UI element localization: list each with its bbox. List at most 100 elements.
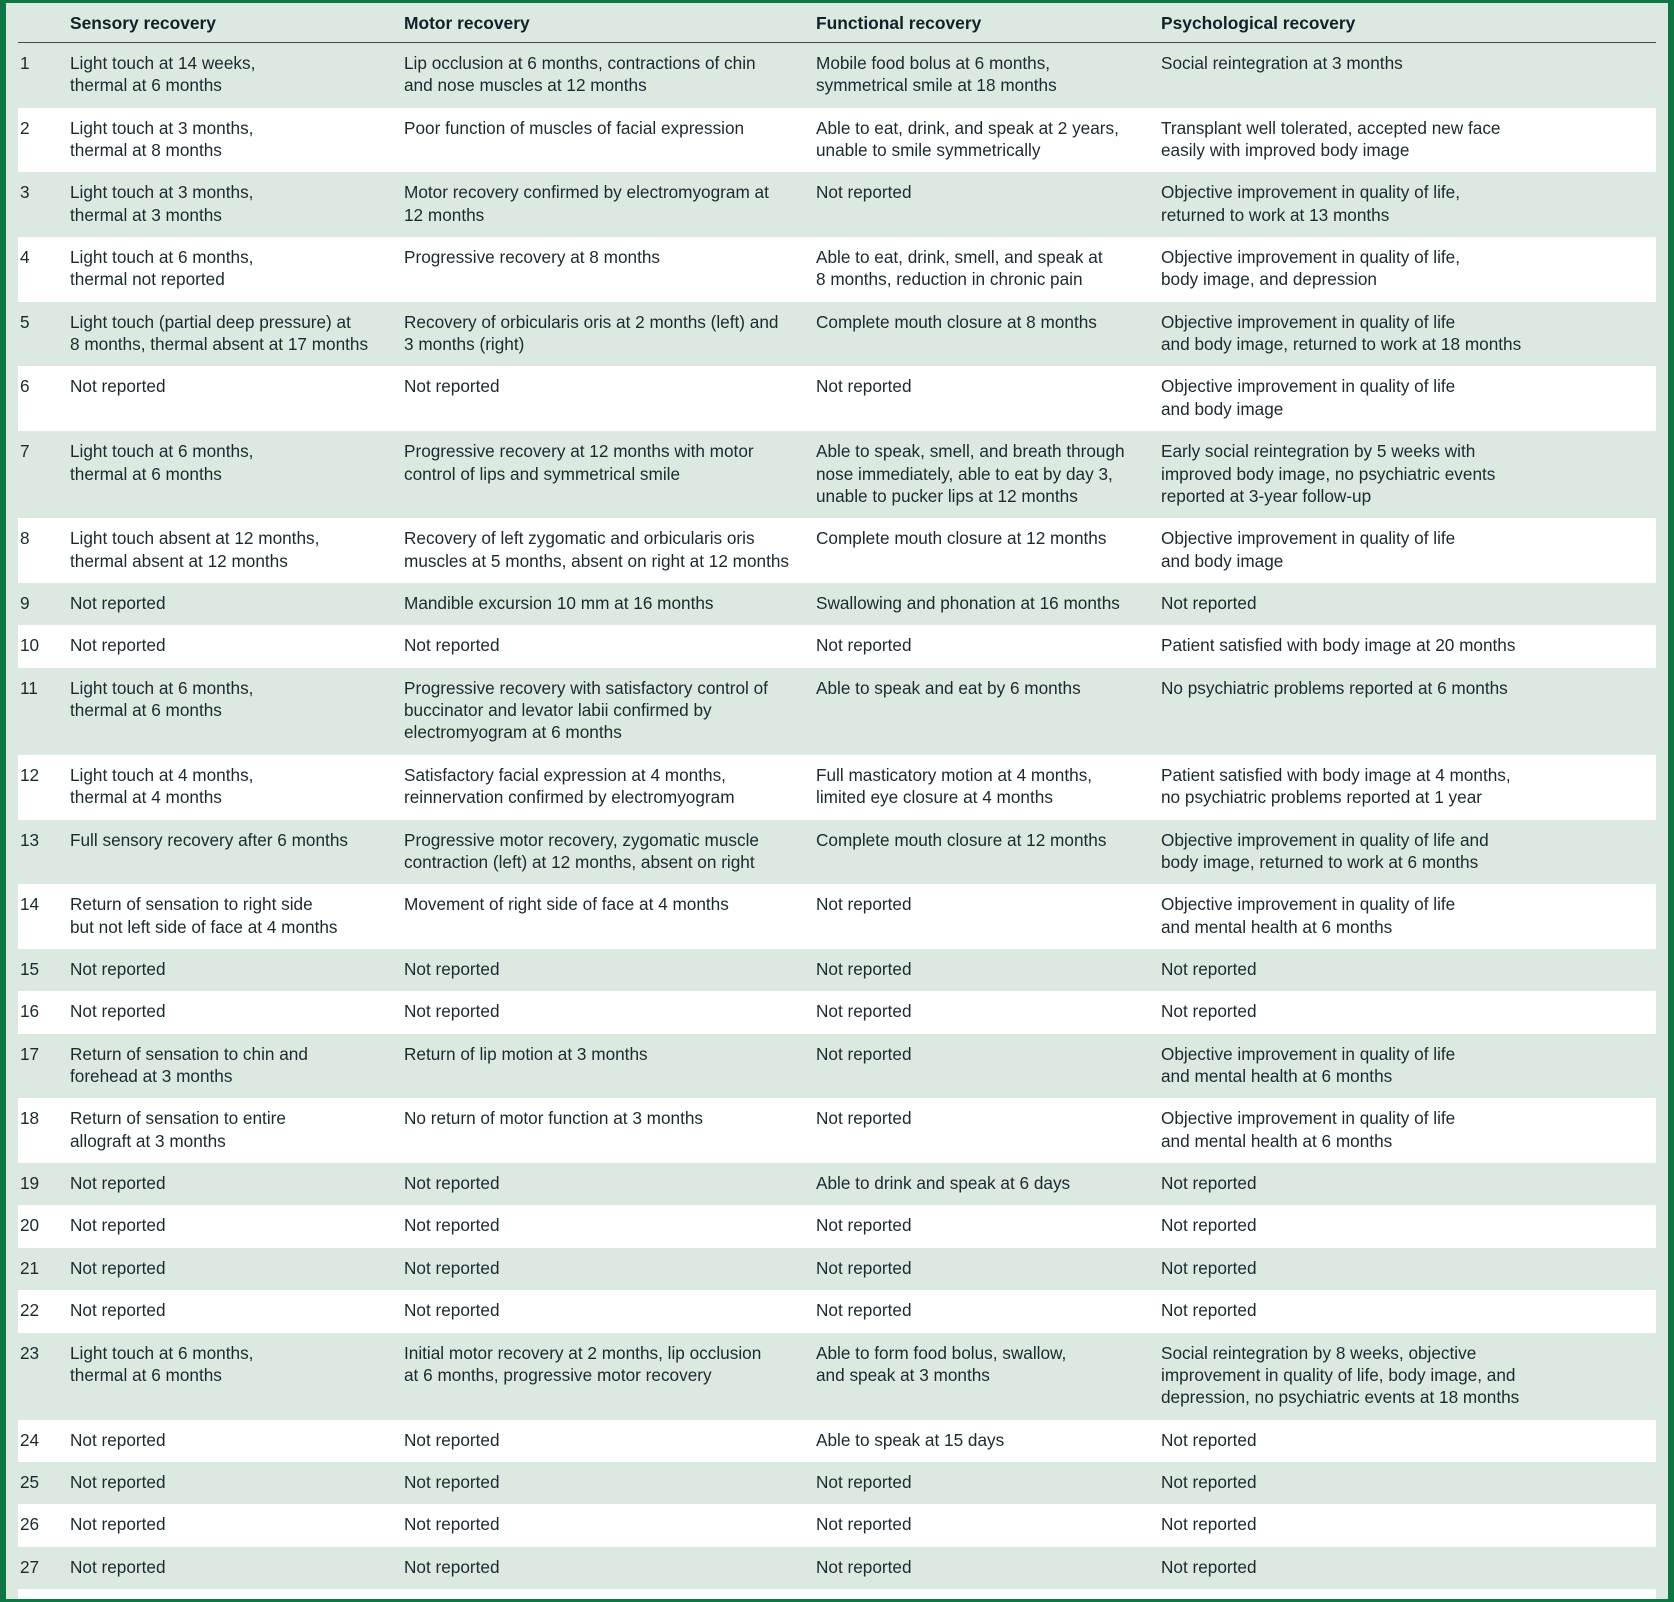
table-row: 23 Light touch at 6 months, thermal at 6 … [18,1332,1656,1420]
cell-psychological-recovery: Objective improvement in quality of life… [1161,366,1656,432]
row-number: 24 [18,1419,70,1462]
cell-sensory-recovery: Light touch (partial deep pressure) at 8… [70,301,404,367]
cell-motor-recovery: Progressive recovery with satisfactory c… [404,667,816,755]
table-row: 13 Full sensory recovery after 6 months Pr… [18,819,1656,885]
cell-motor-recovery: Initial motor recovery at 2 months, lip … [404,1332,816,1420]
row-number: 11 [18,667,70,755]
cell-functional-recovery: Able to speak, smell, and breath through… [816,431,1161,519]
cell-psychological-recovery: Not reported [1161,1589,1656,1599]
cell-motor-recovery: Not reported [404,1589,816,1599]
row-number: 12 [18,754,70,820]
cell-sensory-recovery: Not reported [70,1205,404,1248]
cell-motor-recovery: Not reported [404,1504,816,1547]
table-row: 28Not reportedNot reportedNot reportedNo… [18,1589,1656,1599]
cell-motor-recovery: Recovery of orbicularis oris at 2 months… [404,301,816,367]
cell-psychological-recovery: Not reported [1161,1163,1656,1206]
cell-sensory-recovery: Not reported [70,1589,404,1599]
row-number: 23 [18,1332,70,1420]
cell-motor-recovery: Not reported [404,1290,816,1333]
cell-functional-recovery: Not reported [816,625,1161,668]
cell-motor-recovery: Not reported [404,366,816,432]
table-row: 2 Light touch at 3 months, thermal at 8 m… [18,107,1656,173]
cell-functional-recovery: Not reported [816,1504,1161,1547]
cell-psychological-recovery: Not reported [1161,991,1656,1034]
cell-functional-recovery: Mobile food bolus at 6 months, symmetric… [816,42,1161,108]
cell-psychological-recovery: Not reported [1161,1205,1656,1248]
cell-sensory-recovery: Light touch at 6 months, thermal at 6 mo… [70,667,404,755]
header-row: Sensory recovery Motor recovery Function… [18,3,1656,43]
cell-functional-recovery: Not reported [816,1290,1161,1333]
cell-sensory-recovery: Light touch at 3 months, thermal at 8 mo… [70,107,404,173]
table-row: 1 Light touch at 14 weeks, thermal at 6 m… [18,42,1656,108]
table-figure: Sensory recovery Motor recovery Function… [0,0,1674,1602]
row-number: 14 [18,884,70,949]
row-number: 25 [18,1461,70,1505]
table-row: 12 Light touch at 4 months, thermal at 4 … [18,754,1656,820]
cell-functional-recovery: Not reported [816,1546,1161,1590]
cell-motor-recovery: Not reported [404,1546,816,1590]
row-number: 22 [18,1290,70,1333]
cell-functional-recovery: Not reported [816,1589,1161,1599]
cell-psychological-recovery: Patient satisfied with body image at 20 … [1161,625,1656,668]
cell-sensory-recovery: Not reported [70,991,404,1034]
cell-sensory-recovery: Not reported [70,582,404,626]
cell-sensory-recovery: Return of sensation to entire allograft … [70,1098,404,1164]
row-number: 1 [18,42,70,108]
cell-motor-recovery: Progressive motor recovery, zygomatic mu… [404,819,816,885]
cell-psychological-recovery: Patient satisfied with body image at 4 m… [1161,754,1656,820]
cell-sensory-recovery: Light touch at 6 months, thermal at 6 mo… [70,431,404,519]
cell-motor-recovery: Movement of right side of face at 4 mont… [404,884,816,949]
cell-sensory-recovery: Light touch at 4 months, thermal at 4 mo… [70,754,404,820]
cell-functional-recovery: Able to form food bolus, swallow, and sp… [816,1332,1161,1420]
table-row: 11 Light touch at 6 months, thermal at 6 … [18,667,1656,755]
cell-motor-recovery: Mandible excursion 10 mm at 16 months [404,582,816,626]
cell-functional-recovery: Not reported [816,991,1161,1034]
cell-functional-recovery: Not reported [816,1205,1161,1248]
table-row: 3 Light touch at 3 months, thermal at 3 m… [18,172,1656,238]
row-number: 17 [18,1033,70,1099]
row-number: 20 [18,1205,70,1248]
table-row: 15 Not reported Not reported Not reported No… [18,948,1656,992]
table-row: 9 Not reported Mandible excursion 10 mm at… [18,582,1656,626]
table-row: 17 Return of sensation to chin and forehe… [18,1033,1656,1099]
table-body: 1 Light touch at 14 weeks, thermal at 6 m… [18,42,1656,1599]
cell-psychological-recovery: Transplant well tolerated, accepted new … [1161,107,1656,173]
table-row: 22 Not reported Not reported Not reported No… [18,1290,1656,1333]
row-number: 6 [18,366,70,432]
cell-sensory-recovery: Not reported [70,1461,404,1505]
table-row: 25 Not reported Not reported Not reported No… [18,1461,1656,1505]
row-number: 26 [18,1504,70,1547]
row-number: 18 [18,1098,70,1164]
cell-functional-recovery: Complete mouth closure at 12 months [816,819,1161,885]
cell-motor-recovery: Not reported [404,948,816,992]
cell-sensory-recovery: Full sensory recovery after 6 months [70,819,404,885]
cell-psychological-recovery: Early social reintegration by 5 weeks wi… [1161,431,1656,519]
table-row: 16 Not reported Not reported Not reported No… [18,991,1656,1034]
column-header-psychological-recovery: Psychological recovery [1161,3,1656,43]
cell-psychological-recovery: Not reported [1161,1419,1656,1462]
cell-sensory-recovery: Not reported [70,1247,404,1291]
cell-motor-recovery: Poor function of muscles of facial expre… [404,107,816,173]
cell-motor-recovery: Satisfactory facial expression at 4 mont… [404,754,816,820]
table-row: 24 Not reported Not reported Able to speak … [18,1419,1656,1462]
cell-psychological-recovery: Not reported [1161,1247,1656,1291]
column-header-functional-recovery: Functional recovery [816,3,1161,43]
cell-functional-recovery: Able to speak and eat by 6 months [816,667,1161,755]
cell-sensory-recovery: Not reported [70,1163,404,1206]
table-row: 20 Not reported Not reported Not reported No… [18,1205,1656,1248]
table-row: 7 Light touch at 6 months, thermal at 6 m… [18,431,1656,519]
cell-psychological-recovery: Not reported [1161,1461,1656,1505]
cell-sensory-recovery: Not reported [70,1419,404,1462]
cell-psychological-recovery: Not reported [1161,1290,1656,1333]
table-row: 4 Light touch at 6 months, thermal not re… [18,237,1656,302]
cell-functional-recovery: Not reported [816,366,1161,432]
cell-psychological-recovery: Not reported [1161,1504,1656,1547]
cell-motor-recovery: Return of lip motion at 3 months [404,1033,816,1099]
cell-sensory-recovery: Not reported [70,625,404,668]
cell-motor-recovery: Not reported [404,991,816,1034]
row-number: 21 [18,1247,70,1291]
cell-functional-recovery: Not reported [816,1098,1161,1164]
column-header-sensory-recovery: Sensory recovery [70,3,404,43]
row-number: 28 [18,1589,70,1599]
cell-functional-recovery: Not reported [816,884,1161,949]
